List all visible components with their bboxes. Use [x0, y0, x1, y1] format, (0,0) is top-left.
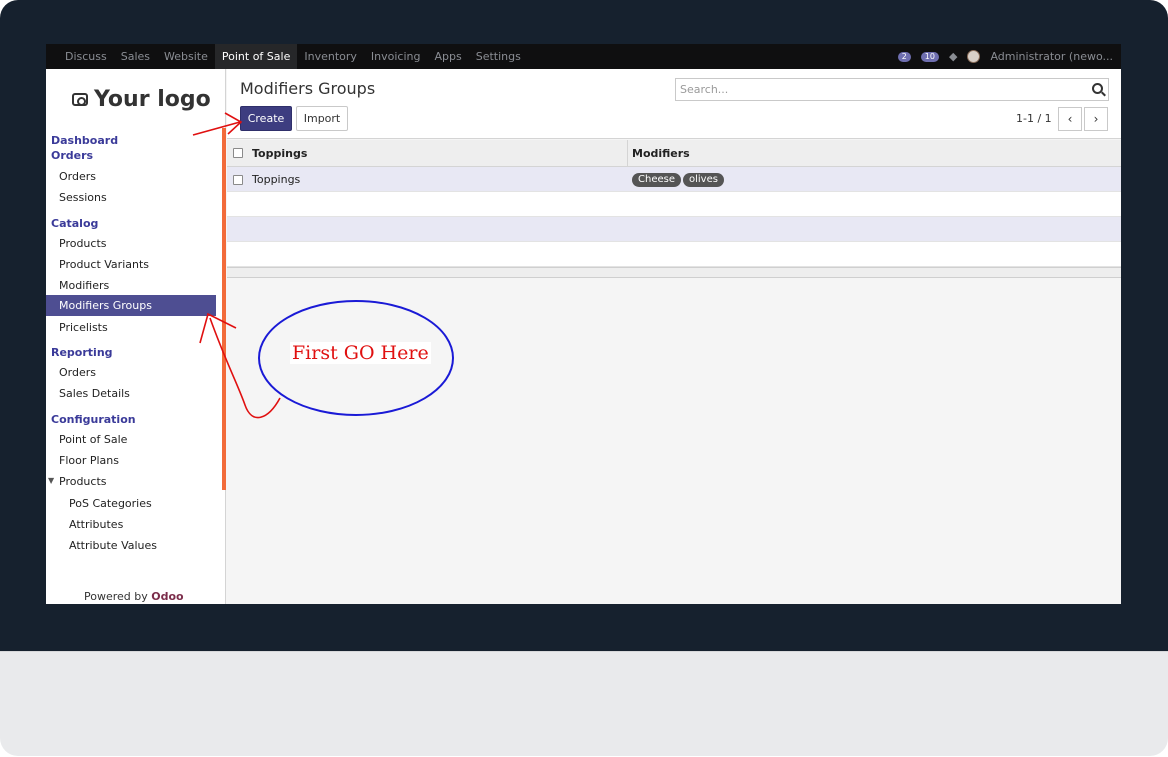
sidebar-item-modifiers-groups[interactable]: Modifiers Groups [46, 295, 216, 316]
menu-invoicing[interactable]: Invoicing [364, 44, 428, 69]
cell-name: Toppings [252, 173, 301, 186]
top-navbar: Discuss Sales Website Point of Sale Inve… [46, 44, 1121, 69]
sidebar-item-sessions[interactable]: Sessions [59, 191, 107, 204]
table-row[interactable]: Toppings Cheese olives [227, 167, 1121, 192]
menu-settings[interactable]: Settings [469, 44, 528, 69]
page-title: Modifiers Groups [240, 79, 376, 98]
monitor-chin [0, 651, 1168, 756]
sidebar-item-pos-categories[interactable]: PoS Categories [69, 497, 152, 510]
sidebar-item-dashboard[interactable]: Dashboard [51, 134, 118, 147]
sidebar-item-sales-details[interactable]: Sales Details [59, 387, 130, 400]
sidebar-item-attributes[interactable]: Attributes [69, 518, 123, 531]
import-button[interactable]: Import [296, 106, 348, 131]
gift-icon[interactable]: ◆ [949, 50, 957, 63]
column-divider [627, 140, 628, 167]
powered-by-label: Powered by [84, 590, 148, 603]
user-menu[interactable]: Administrator (newo... [990, 50, 1113, 63]
modifier-tag: olives [683, 173, 724, 187]
avatar[interactable] [967, 50, 981, 63]
menu-inventory[interactable]: Inventory [297, 44, 364, 69]
column-header-name[interactable]: Toppings [252, 147, 307, 160]
caret-down-icon[interactable]: ▼ [48, 476, 54, 485]
chat-counter[interactable]: 2 [897, 51, 911, 62]
odoo-link[interactable]: Odoo [151, 590, 183, 603]
app-menu: Discuss Sales Website Point of Sale Inve… [58, 44, 528, 69]
powered-by: Powered by Odoo [84, 590, 184, 603]
sidebar-item-orders[interactable]: Orders [59, 170, 96, 183]
control-panel: Modifiers Groups Create Import 1-1 / 1 ‹… [227, 69, 1121, 139]
search-box [675, 78, 1109, 101]
list-table: Toppings Modifiers Toppings Cheese olives [227, 140, 1121, 278]
menu-website[interactable]: Website [157, 44, 215, 69]
chevron-right-icon: › [1093, 112, 1099, 126]
sidebar-item-product-variants[interactable]: Product Variants [59, 258, 149, 271]
sidebar-item-report-orders[interactable]: Orders [59, 366, 96, 379]
empty-row [227, 217, 1121, 242]
pager-value[interactable]: 1-1 / 1 [1016, 112, 1052, 125]
highlight-bar [222, 128, 226, 490]
sidebar-item-config-products[interactable]: Products [59, 475, 107, 488]
sidebar-section-reporting[interactable]: Reporting [51, 346, 113, 359]
column-header-modifiers[interactable]: Modifiers [632, 147, 690, 160]
sidebar-section-catalog[interactable]: Catalog [51, 217, 98, 230]
sidebar-section-orders[interactable]: Orders [51, 149, 93, 162]
sidebar-item-products[interactable]: Products [59, 237, 107, 250]
table-footer [227, 267, 1121, 278]
menu-apps[interactable]: Apps [427, 44, 468, 69]
sidebar-item-label: Modifiers Groups [59, 299, 152, 312]
select-all-checkbox[interactable] [233, 148, 243, 158]
sidebar-item-point-of-sale[interactable]: Point of Sale [59, 433, 127, 446]
sidebar-item-modifiers[interactable]: Modifiers [59, 279, 109, 292]
menu-point-of-sale[interactable]: Point of Sale [214, 44, 298, 69]
company-logo: Your logo [72, 87, 211, 112]
activity-counter[interactable]: 10 [920, 51, 939, 62]
search-icon[interactable] [1092, 83, 1103, 94]
row-checkbox[interactable] [233, 175, 243, 185]
sidebar-section-configuration[interactable]: Configuration [51, 413, 136, 426]
camera-icon [72, 93, 88, 106]
cell-modifiers: Cheese olives [632, 172, 726, 187]
empty-row [227, 242, 1121, 267]
pager-previous-button[interactable]: ‹ [1058, 107, 1082, 131]
modifier-tag: Cheese [632, 173, 681, 187]
table-header: Toppings Modifiers [227, 140, 1121, 167]
callout-text: First GO Here [290, 342, 431, 364]
sidebar: Your logo Dashboard Orders Orders Sessio… [46, 69, 226, 604]
menu-discuss[interactable]: Discuss [58, 44, 114, 69]
logo-text: Your logo [94, 87, 211, 112]
sidebar-item-floor-plans[interactable]: Floor Plans [59, 454, 119, 467]
app-screen: Discuss Sales Website Point of Sale Inve… [46, 44, 1121, 604]
sidebar-item-attribute-values[interactable]: Attribute Values [69, 539, 157, 552]
monitor-frame: Discuss Sales Website Point of Sale Inve… [0, 0, 1168, 757]
search-input[interactable] [680, 81, 1080, 98]
pager-next-button[interactable]: › [1084, 107, 1108, 131]
chevron-left-icon: ‹ [1067, 112, 1073, 126]
create-button[interactable]: Create [240, 106, 292, 131]
menu-sales[interactable]: Sales [114, 44, 157, 69]
main-content: Modifiers Groups Create Import 1-1 / 1 ‹… [227, 69, 1121, 604]
sidebar-item-pricelists[interactable]: Pricelists [59, 321, 108, 334]
empty-row [227, 192, 1121, 217]
systray: 2 10 ◆ Administrator (newo... [897, 44, 1113, 69]
